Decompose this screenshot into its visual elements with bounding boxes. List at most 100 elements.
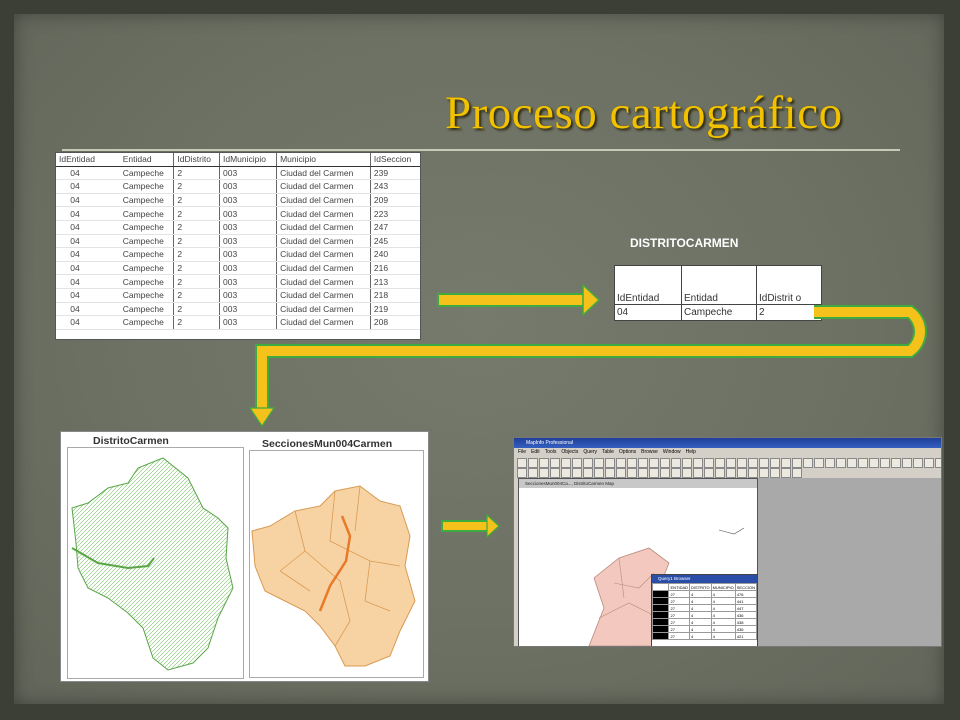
toolbar-button[interactable] (583, 468, 593, 478)
toolbar-button[interactable] (847, 458, 857, 468)
toolbar-button[interactable] (704, 458, 714, 468)
toolbar-button[interactable] (594, 468, 604, 478)
mapinfo-workspace (758, 478, 941, 646)
table-cell: 003 (218, 193, 277, 208)
toolbar-button[interactable] (528, 458, 538, 468)
source-table-column-header: Municipio (276, 153, 371, 167)
table-cell: 4 (710, 632, 736, 640)
toolbar-button[interactable] (682, 458, 692, 468)
toolbar-button[interactable] (759, 458, 769, 468)
toolbar-button[interactable] (660, 468, 670, 478)
table-cell: 04 (56, 179, 120, 194)
toolbar-button[interactable] (891, 458, 901, 468)
menu-item[interactable]: Edit (531, 449, 540, 455)
toolbar-button[interactable] (935, 458, 941, 468)
toolbar-button[interactable] (715, 468, 725, 478)
menu-item[interactable]: Table (602, 449, 614, 455)
toolbar-button[interactable] (572, 458, 582, 468)
toolbar-button[interactable] (913, 458, 923, 468)
toolbar-button[interactable] (605, 468, 615, 478)
toolbar-button[interactable] (792, 468, 802, 478)
loop-connector (248, 305, 927, 428)
toolbar-button[interactable] (748, 468, 758, 478)
toolbar-button[interactable] (902, 458, 912, 468)
toolbar-button[interactable] (825, 458, 835, 468)
table-row: 04 Campeche 2 003 Ciudad del Carmen 209 (56, 193, 420, 208)
menu-item[interactable]: File (518, 449, 526, 455)
table-cell: Ciudad del Carmen (276, 274, 371, 289)
toolbar-button[interactable] (561, 468, 571, 478)
toolbar-button[interactable] (539, 458, 549, 468)
toolbar-button[interactable] (660, 458, 670, 468)
table-row: 04 Campeche 2 003 Ciudad del Carmen 245 (56, 234, 420, 249)
table-cell: 27 (668, 597, 691, 605)
menu-item[interactable]: Tools (545, 449, 557, 455)
menu-item[interactable]: Window (663, 449, 681, 455)
table-cell: Campeche (119, 166, 174, 181)
toolbar-button[interactable] (704, 468, 714, 478)
toolbar-button[interactable] (638, 458, 648, 468)
toolbar-button[interactable] (528, 468, 538, 478)
toolbar-button[interactable] (517, 458, 527, 468)
menu-item[interactable]: Objects (561, 449, 578, 455)
table-cell: 4 (710, 611, 736, 619)
menu-item[interactable]: Options (619, 449, 636, 455)
toolbar-button[interactable] (770, 468, 780, 478)
toolbar-button[interactable] (671, 468, 681, 478)
menu-item[interactable]: Query (583, 449, 597, 455)
toolbar-button[interactable] (836, 458, 846, 468)
table-cell: 2 (173, 274, 220, 289)
toolbar-button[interactable] (726, 468, 736, 478)
toolbar-button[interactable] (726, 458, 736, 468)
toolbar-button[interactable] (814, 458, 824, 468)
toolbar-button[interactable] (539, 468, 549, 478)
toolbar-button[interactable] (803, 458, 813, 468)
toolbar-button[interactable] (649, 458, 659, 468)
toolbar-button[interactable] (759, 468, 769, 478)
toolbar-button[interactable] (781, 458, 791, 468)
toolbar-button[interactable] (792, 458, 802, 468)
toolbar-button[interactable] (693, 458, 703, 468)
table-cell: 4 (689, 618, 712, 626)
toolbar-button[interactable] (550, 468, 560, 478)
toolbar-button[interactable] (770, 458, 780, 468)
toolbar-button[interactable] (924, 458, 934, 468)
mapinfo-screenshot: MapInfo Professional File Edit Tools Object… (513, 437, 942, 647)
table-cell: 436 (734, 625, 758, 633)
table-row: 27 4 4 441 (651, 597, 758, 605)
toolbar-button[interactable] (572, 468, 582, 478)
toolbar-button[interactable] (880, 458, 890, 468)
toolbar-button[interactable] (858, 458, 868, 468)
toolbar-button[interactable] (715, 458, 725, 468)
table-cell: Campeche (119, 247, 174, 262)
maps-image: DistritoCarmen SeccionesMun004Carmen (60, 431, 429, 682)
distrito-column-header: IdDistrit o (756, 265, 822, 305)
toolbar-button[interactable] (671, 458, 681, 468)
toolbar-button[interactable] (605, 458, 615, 468)
table-row: 27 4 4 447 (651, 604, 758, 612)
toolbar-button[interactable] (583, 458, 593, 468)
toolbar-button[interactable] (649, 468, 659, 478)
toolbar-button[interactable] (781, 468, 791, 478)
toolbar-button[interactable] (748, 458, 758, 468)
toolbar-button[interactable] (517, 468, 527, 478)
table-cell: 003 (218, 166, 277, 181)
toolbar-button[interactable] (737, 458, 747, 468)
toolbar-button[interactable] (737, 468, 747, 478)
table-row: 04 Campeche 2 003 Ciudad del Carmen 213 (56, 274, 420, 289)
toolbar-button[interactable] (627, 458, 637, 468)
toolbar-button[interactable] (869, 458, 879, 468)
toolbar-button[interactable] (627, 468, 637, 478)
table-cell: Campeche (119, 302, 174, 317)
menu-item[interactable]: Browse (641, 449, 658, 455)
toolbar-button[interactable] (550, 458, 560, 468)
toolbar-button[interactable] (693, 468, 703, 478)
toolbar-button[interactable] (561, 458, 571, 468)
map-label-secciones: SeccionesMun004Carmen (262, 438, 393, 450)
menu-item[interactable]: Help (686, 449, 696, 455)
toolbar-button[interactable] (616, 468, 626, 478)
toolbar-button[interactable] (594, 458, 604, 468)
toolbar-button[interactable] (616, 458, 626, 468)
toolbar-button[interactable] (638, 468, 648, 478)
toolbar-button[interactable] (682, 468, 692, 478)
